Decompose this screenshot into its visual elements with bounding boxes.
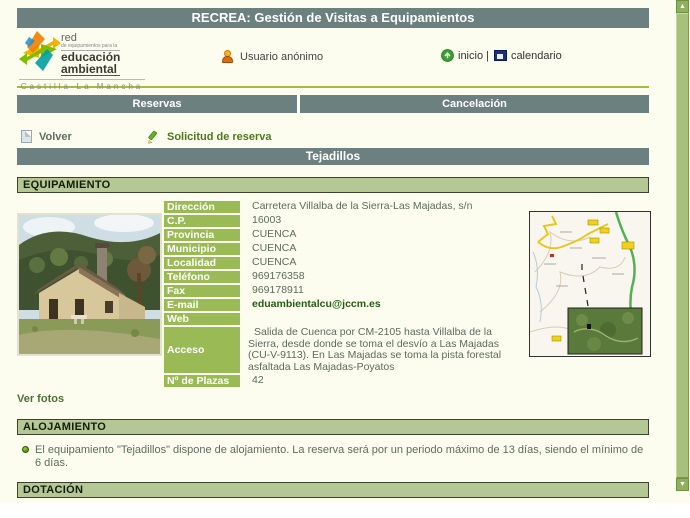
field-row: Municipio CUENCA [164, 243, 526, 255]
field-label: Web [164, 313, 240, 325]
header: red de equipamientos para la educación a… [17, 28, 649, 84]
toolbar: Volver Solicitud de reserva [17, 130, 649, 146]
field-row: Dirección Carretera Villalba de la Sierr… [164, 201, 526, 213]
section-header-equipamiento: EQUIPAMIENTO [17, 177, 649, 193]
calendar-icon[interactable] [494, 50, 507, 61]
field-value: 42 [240, 375, 524, 387]
field-label: Localidad [164, 257, 240, 269]
equipment-photo [17, 213, 162, 356]
equipment-details: Dirección Carretera Villalba de la Sierr… [17, 201, 649, 389]
inicio-icon[interactable] [441, 49, 454, 62]
field-value: 16003 [240, 215, 524, 227]
equipment-name: Tejadillos [306, 149, 360, 163]
field-value: 969178911 [240, 285, 524, 297]
logo-region: Castilla-La Mancha [19, 79, 145, 91]
field-row: Localidad CUENCA [164, 257, 526, 269]
header-links: inicio | calendario [441, 49, 562, 62]
alojamiento-item: El equipamiento "Tejadillos" dispone de … [17, 444, 649, 470]
links-divider: | [486, 50, 489, 62]
app-title: RECREA: Gestión de Visitas a Equipamient… [192, 10, 475, 25]
logo: red de equipamientos para la educación a… [19, 31, 145, 91]
field-label: Acceso [164, 327, 240, 373]
field-value: Carretera Villalba de la Sierra-Las Maja… [240, 201, 524, 213]
field-row: C.P. 16003 [164, 215, 526, 227]
vertical-scrollbar[interactable]: ▲ ▼ [676, 0, 689, 491]
volver-label: Volver [39, 131, 72, 143]
user-label: Usuario anónimo [240, 51, 323, 63]
scroll-up-icon[interactable]: ▲ [676, 0, 689, 13]
field-label: Dirección [164, 201, 240, 213]
field-value: Salida de Cuenca por CM-2105 hasta Villa… [240, 327, 524, 373]
solicitud-label: Solicitud de reserva [167, 131, 272, 143]
tab-reservas[interactable]: Reservas [17, 95, 297, 113]
volver-link[interactable]: Volver [21, 130, 72, 143]
field-label: E-mail [164, 299, 240, 311]
field-row: Teléfono 969176358 [164, 271, 526, 283]
field-label: C.P. [164, 215, 240, 227]
tab-cancelacion[interactable]: Cancelación [300, 95, 649, 113]
user-status: Usuario anónimo [222, 50, 323, 63]
inicio-link[interactable]: inicio [458, 50, 483, 62]
section-header-alojamiento: ALOJAMIENTO [17, 419, 649, 435]
pinwheel-logo-icon [19, 31, 61, 71]
alojamiento-text: El equipamiento "Tejadillos" dispone de … [35, 444, 649, 470]
page: RECREA: Gestión de Visitas a Equipamient… [0, 0, 690, 503]
logo-ambiental: ambiental [61, 63, 120, 76]
field-value: CUENCA [240, 243, 524, 255]
app-title-bar: RECREA: Gestión de Visitas a Equipamient… [17, 8, 649, 28]
logo-word-red: red [61, 33, 120, 43]
section-header-dotacion: DOTACIÓN [17, 482, 649, 498]
field-label: Fax [164, 285, 240, 297]
field-value: CUENCA [240, 229, 524, 241]
main-nav: Reservas Cancelación [17, 95, 649, 113]
pencil-icon[interactable] [147, 130, 161, 144]
equipment-fields: Dirección Carretera Villalba de la Sierr… [164, 201, 526, 389]
field-row: Nº de Plazas 42 [164, 375, 526, 387]
location-map [529, 211, 651, 357]
field-row: E-mail eduambientalcu@jccm.es [164, 299, 526, 311]
field-label: Teléfono [164, 271, 240, 283]
scroll-down-icon[interactable]: ▼ [676, 478, 689, 491]
ver-fotos-link[interactable]: Ver fotos [17, 393, 64, 405]
solicitud-reserva-link[interactable]: Solicitud de reserva [147, 130, 272, 144]
calendario-link[interactable]: calendario [511, 50, 562, 62]
field-row: Provincia CUENCA [164, 229, 526, 241]
user-icon [222, 50, 233, 63]
email-link[interactable]: eduambientalcu@jccm.es [240, 299, 524, 311]
field-label: Provincia [164, 229, 240, 241]
field-row: Web [164, 313, 526, 325]
field-value [240, 313, 524, 325]
field-row: Fax 969178911 [164, 285, 526, 297]
scrollbar-thumb[interactable] [676, 13, 689, 478]
field-label: Nº de Plazas [164, 375, 240, 387]
equipment-title-bar: Tejadillos [17, 148, 649, 165]
document-icon[interactable] [21, 130, 32, 143]
field-row: Acceso Salida de Cuenca por CM-2105 hast… [164, 327, 526, 373]
field-value: 969176358 [240, 271, 524, 283]
bullet-icon [22, 446, 29, 453]
field-label: Municipio [164, 243, 240, 255]
field-value: CUENCA [240, 257, 524, 269]
